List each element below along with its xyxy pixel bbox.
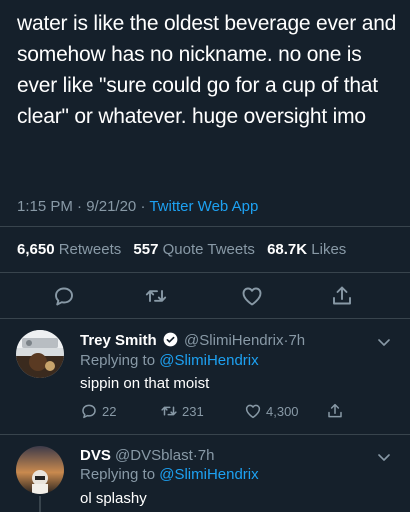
divider — [0, 318, 410, 319]
reply-reply-button[interactable]: 22 — [80, 402, 116, 420]
retweets-label: Retweets — [58, 241, 122, 258]
replying-to: Replying to @SlimiHendrix — [80, 352, 259, 369]
reply-text: sippin on that moist — [80, 375, 210, 392]
quotes-count: 557 — [133, 241, 159, 258]
replying-label: Replying to — [80, 466, 156, 483]
reply-count: 22 — [102, 403, 117, 419]
share-icon — [333, 286, 351, 305]
reply-author-name[interactable]: DVS — [80, 447, 111, 464]
reply-author-name[interactable]: Trey Smith — [80, 332, 157, 349]
retweets-count: 6,650 — [17, 241, 55, 258]
chevron-down-icon — [378, 339, 390, 346]
avatar[interactable] — [16, 330, 64, 378]
quotes-stat[interactable]: 557 Quote Tweets — [133, 241, 254, 258]
tweet-date: 9/21/20 — [86, 198, 137, 215]
replying-to: Replying to @SlimiHendrix — [80, 466, 259, 483]
avatar-image — [16, 446, 64, 494]
meta-separator: · — [140, 198, 146, 215]
like-button[interactable] — [240, 284, 264, 308]
verified-badge-icon — [163, 332, 178, 347]
likes-count: 68.7K — [267, 241, 308, 258]
retweet-icon — [161, 406, 177, 416]
reply-like-button[interactable]: 4,300 — [244, 402, 299, 420]
reply-author-handle[interactable]: @DVSblast — [115, 447, 193, 464]
likes-label: Likes — [311, 241, 347, 258]
reply-share-button[interactable] — [326, 402, 344, 420]
retweet-count: 231 — [182, 403, 204, 419]
share-icon — [328, 403, 342, 418]
reply-text: ol splashy — [80, 490, 147, 507]
replying-label: Replying to — [80, 352, 156, 369]
chevron-down-icon — [378, 454, 390, 461]
retweets-stat[interactable]: 6,650 Retweets — [17, 241, 121, 258]
divider — [0, 434, 410, 435]
reply-header: Trey Smith @SlimiHendrix·7h — [80, 332, 305, 349]
retweet-icon — [145, 290, 167, 302]
tweet-stats: 6,650 Retweets 557 Quote Tweets 68.7K Li… — [17, 241, 346, 258]
avatar[interactable] — [16, 446, 64, 494]
reply-time: 7h — [288, 332, 306, 349]
likes-stat[interactable]: 68.7K Likes — [267, 241, 346, 258]
reply-button[interactable] — [52, 284, 76, 308]
retweet-button[interactable] — [144, 284, 168, 308]
tweet-text: water is like the oldest beverage ever a… — [17, 12, 397, 128]
divider — [0, 272, 410, 273]
divider — [0, 226, 410, 227]
avatar-image — [16, 330, 64, 378]
reply-icon — [55, 287, 73, 306]
heart-icon — [245, 404, 261, 419]
thread-line — [39, 496, 41, 512]
replying-handle-link[interactable]: @SlimiHendrix — [159, 466, 258, 483]
share-button[interactable] — [330, 284, 354, 308]
like-count: 4,300 — [266, 403, 299, 419]
reply-header: DVS @DVSblast·7h — [80, 447, 214, 464]
more-options-button[interactable] — [376, 449, 392, 465]
replying-handle-link[interactable]: @SlimiHendrix — [159, 352, 258, 369]
reply-time: 7h — [197, 447, 215, 464]
heart-icon — [242, 287, 262, 306]
reply-icon — [82, 404, 96, 419]
reply-retweet-button[interactable]: 231 — [160, 402, 204, 420]
tweet-meta: 1:15 PM · 9/21/20 · Twitter Web App — [17, 198, 258, 215]
quotes-label: Quote Tweets — [162, 241, 255, 258]
reply-author-handle[interactable]: @SlimiHendrix — [184, 332, 283, 349]
tweet-time: 1:15 PM — [17, 198, 73, 215]
tweet-source-link[interactable]: Twitter Web App — [149, 198, 258, 215]
meta-separator: · — [77, 198, 83, 215]
more-options-button[interactable] — [376, 334, 392, 350]
